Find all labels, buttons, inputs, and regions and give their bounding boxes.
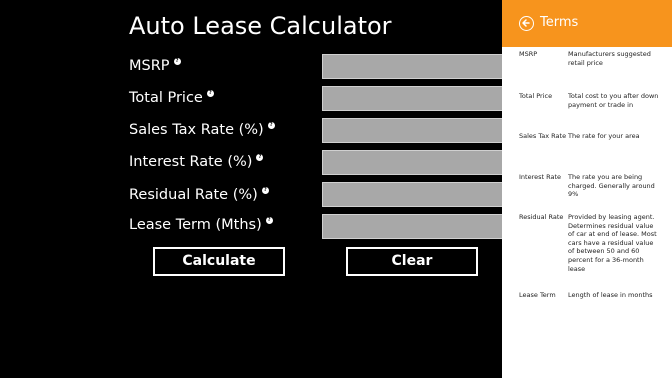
term-name: Sales Tax Rate [519,132,567,140]
field-label-text: Residual Rate (%) [129,187,258,203]
sales-tax-rate-input[interactable] [322,118,504,143]
field-label-text: Lease Term (Mths) [129,217,262,233]
help-icon[interactable]: ? [261,187,269,194]
term-name: Lease Term [519,291,556,299]
term-name: Interest Rate [519,173,562,181]
term-name: Total Price [519,92,553,100]
interest-rate-input[interactable] [322,150,504,175]
term-definition: Length of lease in months [568,291,653,299]
field-label-lease-term: Lease Term (Mths) ? [129,217,273,233]
lease-term-input[interactable] [322,214,504,239]
help-icon[interactable]: ? [173,58,181,65]
field-label-interest-rate: Interest Rate (%) ? [129,154,264,170]
help-icon[interactable]: ? [206,90,214,97]
help-icon[interactable]: ? [267,122,275,129]
term-name: Residual Rate [519,213,564,221]
field-label-sales-tax-rate: Sales Tax Rate (%) ? [129,122,275,138]
panel-title: Terms [540,15,579,30]
term-name: MSRP [519,50,538,58]
help-icon[interactable]: ? [265,217,273,224]
field-label-text: Sales Tax Rate (%) [129,122,264,138]
residual-rate-input[interactable] [322,182,504,207]
calculate-button[interactable]: Calculate [153,247,285,276]
clear-button[interactable]: Clear [346,247,478,276]
back-button[interactable] [519,16,534,31]
field-label-residual-rate: Residual Rate (%) ? [129,187,269,203]
total-price-input[interactable] [322,86,504,111]
msrp-input[interactable] [322,54,504,79]
field-label-total-price: Total Price ? [129,90,214,106]
field-label-text: MSRP [129,58,170,74]
field-label-text: Interest Rate (%) [129,154,253,170]
term-definition: The rate you are being charged. Generall… [568,173,655,199]
term-definition: Manufacturers suggested retail price [568,50,651,67]
field-label-msrp: MSRP ? [129,58,181,74]
app-title: Auto Lease Calculator [129,12,392,40]
back-arrow-circle-icon [522,19,530,27]
term-definition: Total cost to you after down payment or … [568,92,659,109]
field-label-text: Total Price [129,90,203,106]
help-icon[interactable]: ? [256,154,264,161]
term-definition: The rate for your area [568,132,640,140]
term-definition: Provided by leasing agent. Determines re… [568,213,657,273]
